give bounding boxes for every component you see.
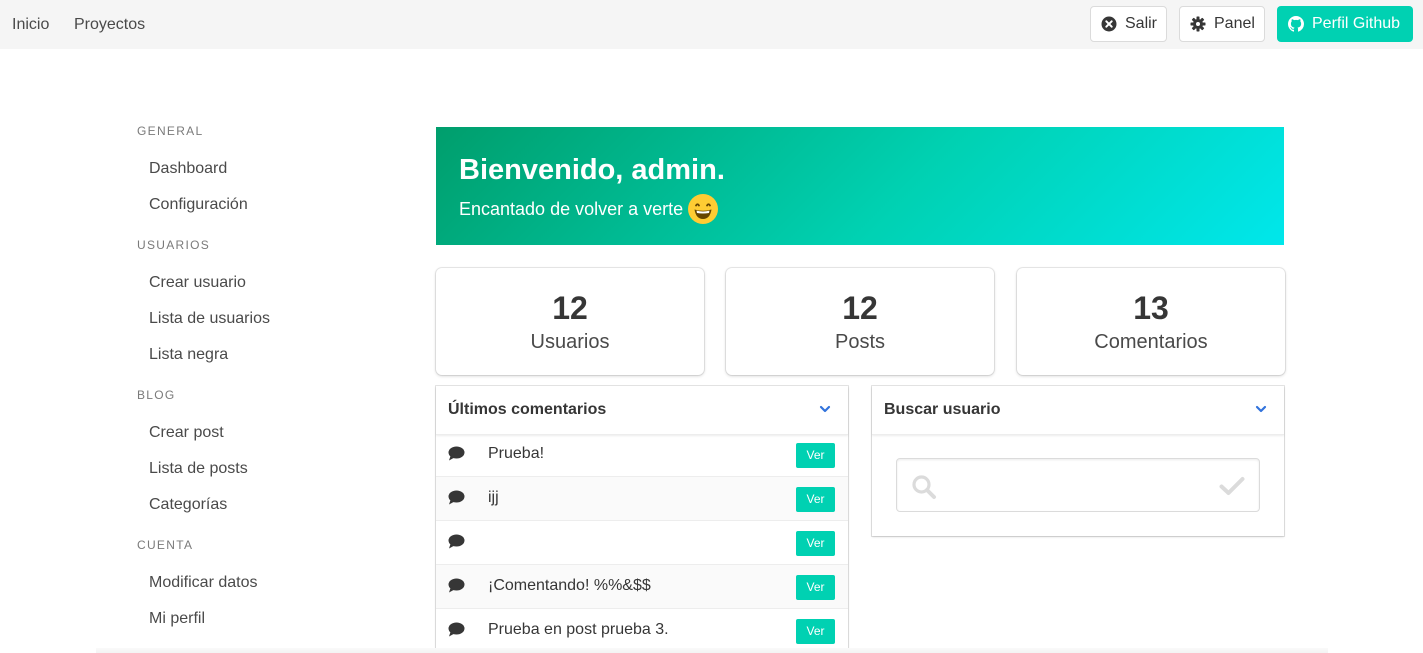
stat-label: Comentarios [1094,331,1208,353]
view-comment-button[interactable]: Ver [796,487,835,512]
gear-icon [1190,16,1206,32]
github-label: Perfil Github [1312,15,1401,32]
comment-bubble-icon [448,622,465,637]
panel-label: Panel [1214,15,1255,32]
sidebar-item-lista-negra[interactable]: Lista negra [149,346,228,364]
sidebar-item-dashboard[interactable]: Dashboard [149,160,227,178]
stat-card-comentarios: 13 Comentarios [1017,268,1285,375]
comment-text: ijj [488,489,499,506]
latest-comments-card: Últimos comentarios Prueba! Ver ijj Ver … [436,386,848,653]
top-navbar: Inicio Proyectos Salir Panel Perfil Gith… [0,0,1423,49]
panel-button[interactable]: Panel [1179,6,1265,42]
comment-bubble-icon [448,578,465,593]
comment-text: ¡Comentando! %%&$$ [488,577,651,594]
check-icon [1219,476,1245,496]
comment-bubble-icon [448,490,465,505]
grinning-face-emoji-icon [683,193,719,225]
comment-text: Prueba! [488,445,545,462]
menu-label-general: General [137,124,204,138]
github-profile-button[interactable]: Perfil Github [1277,6,1413,42]
view-comment-button[interactable]: Ver [796,575,835,600]
sidebar-item-crear-usuario[interactable]: Crear usuario [149,274,246,292]
view-comment-button[interactable]: Ver [796,619,835,644]
comment-row: Prueba en post prueba 3. Ver [436,609,848,653]
comment-bubble-icon [448,534,465,549]
comment-row: Prueba! Ver [436,433,848,477]
chevron-down-icon[interactable] [1254,402,1268,416]
card-title: Últimos comentarios [448,401,607,418]
sidebar-item-lista-posts[interactable]: Lista de posts [149,460,248,478]
logout-label: Salir [1125,15,1158,32]
view-comment-button[interactable]: Ver [796,443,835,468]
stat-label: Posts [834,331,886,353]
welcome-hero: Bienvenido, admin. Encantado de volver a… [436,127,1284,245]
nav-link-inicio[interactable]: Inicio [12,0,49,49]
menu-label-usuarios: Usuarios [137,238,211,252]
hero-subtitle: Encantado de volver a verte [459,198,684,219]
search-field [896,458,1260,512]
hero-subtitle-row: Encantado de volver a verte [459,193,719,225]
stat-value: 12 [552,290,588,326]
card-title: Buscar usuario [884,401,1001,418]
nav-link-proyectos[interactable]: Proyectos [74,0,145,49]
stat-label: Usuarios [530,331,610,353]
github-icon [1288,16,1304,32]
times-circle-icon [1101,16,1117,32]
comment-bubble-icon [448,446,465,461]
comment-row: Ver [436,521,848,565]
card-header: Buscar usuario [872,386,1284,435]
menu-label-cuenta: Cuenta [137,538,194,552]
search-user-card: Buscar usuario [872,386,1284,536]
sidebar-item-crear-post[interactable]: Crear post [149,424,224,442]
sidebar-item-modificar-datos[interactable]: Modificar datos [149,574,258,592]
search-user-input[interactable] [941,459,1211,511]
menu-label-blog: Blog [137,388,176,402]
sidebar-item-configuracion[interactable]: Configuración [149,196,248,214]
sidebar-item-mi-perfil[interactable]: Mi perfil [149,610,205,628]
search-icon [911,474,937,500]
comment-text: Prueba en post prueba 3. [488,621,669,638]
comment-row: ¡Comentando! %%&$$ Ver [436,565,848,609]
stat-card-posts: 12 Posts [726,268,994,375]
view-comment-button[interactable]: Ver [796,531,835,556]
hero-title: Bienvenido, admin. [459,154,725,186]
page-bottom-edge [96,648,1328,653]
stat-value: 12 [842,290,878,326]
card-header: Últimos comentarios [436,386,848,435]
comment-row: ijj Ver [436,477,848,521]
logout-button[interactable]: Salir [1090,6,1167,42]
stat-value: 13 [1133,290,1169,326]
sidebar-item-categorias[interactable]: Categorías [149,496,227,514]
chevron-down-icon[interactable] [818,402,832,416]
sidebar-item-lista-usuarios[interactable]: Lista de usuarios [149,310,270,328]
stat-card-usuarios: 12 Usuarios [436,268,704,375]
